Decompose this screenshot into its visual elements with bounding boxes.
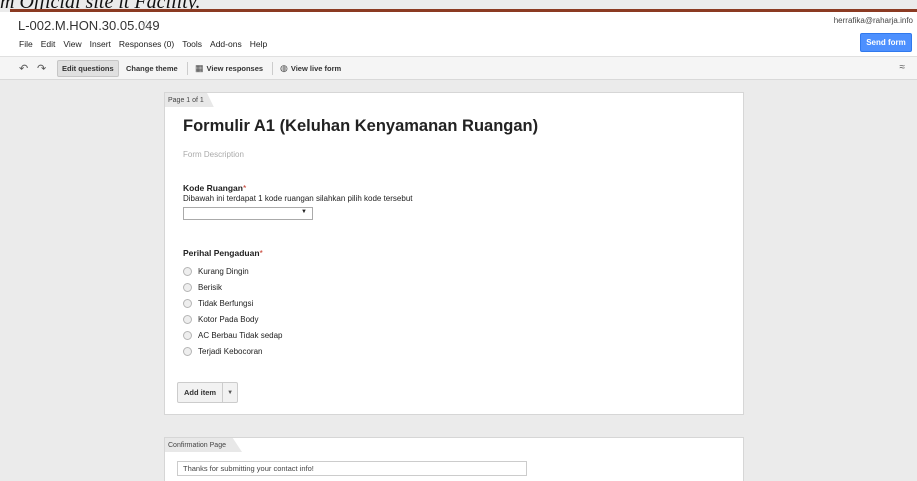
view-live-form-button[interactable]: ◍ View live form xyxy=(276,60,345,77)
app-header: L-002.M.HON.30.05.049 ☆ herrafika@raharj… xyxy=(0,12,917,56)
menu-insert[interactable]: Insert xyxy=(89,39,112,49)
radio-button[interactable] xyxy=(183,314,192,324)
menu-help[interactable]: Help xyxy=(249,39,268,49)
question-title-perihal-pengaduan[interactable]: Perihal Pengaduan* xyxy=(183,248,263,258)
redo-icon[interactable]: ↷ xyxy=(37,62,46,75)
question-help-text: Dibawah ini terdapat 1 kode ruangan sila… xyxy=(183,194,413,203)
radio-option-label: Berisik xyxy=(198,282,223,292)
form-description[interactable]: Form Description xyxy=(183,150,244,159)
collapse-icon[interactable]: ≈ xyxy=(900,62,906,73)
dropdown-arrow-icon: ▼ xyxy=(301,209,307,215)
toolbar-separator xyxy=(272,62,273,75)
send-form-button[interactable]: Send form xyxy=(860,33,912,52)
radio-option-label: Kurang Dingin xyxy=(198,266,249,276)
menu-addons[interactable]: Add-ons xyxy=(209,39,243,49)
question-title-label: Perihal Pengaduan xyxy=(183,248,260,258)
menu-tools[interactable]: Tools xyxy=(181,39,203,49)
kode-ruangan-dropdown[interactable]: ▼ xyxy=(183,207,313,220)
chevron-down-icon[interactable]: ▼ xyxy=(223,383,237,402)
radio-option[interactable]: Kurang Dingin xyxy=(183,263,283,279)
change-theme-button[interactable]: Change theme xyxy=(122,60,182,77)
required-mark: * xyxy=(242,183,247,193)
confirmation-card: Confirmation Page xyxy=(164,437,744,481)
radio-option-label: Tidak Berfungsi xyxy=(198,298,254,308)
toolbar-separator xyxy=(187,62,188,75)
radio-option[interactable]: Kotor Pada Body xyxy=(183,311,283,327)
view-responses-label: View responses xyxy=(206,64,264,73)
question-title-label: Kode Ruangan xyxy=(183,183,243,193)
edit-questions-button[interactable]: Edit questions xyxy=(57,60,119,77)
grid-icon: ▦ xyxy=(195,63,204,73)
form-card: Page 1 of 1 Formulir A1 (Keluhan Kenyama… xyxy=(164,92,744,415)
document-title[interactable]: L-002.M.HON.30.05.049 xyxy=(18,18,160,33)
radio-button[interactable] xyxy=(183,298,192,308)
radio-option[interactable]: Terjadi Kebocoran xyxy=(183,343,283,359)
toolbar: ↶ ↷ Edit questions Change theme ▦ View r… xyxy=(0,56,917,80)
radio-option-label: Terjadi Kebocoran xyxy=(198,346,263,356)
menu-bar: File Edit View Insert Responses (0) Tool… xyxy=(18,39,268,49)
menu-responses[interactable]: Responses (0) xyxy=(118,39,175,49)
radio-button[interactable] xyxy=(183,266,192,276)
radio-option[interactable]: Tidak Berfungsi xyxy=(183,295,283,311)
menu-edit[interactable]: Edit xyxy=(40,39,57,49)
radio-option[interactable]: AC Berbau Tidak sedap xyxy=(183,327,283,343)
view-live-form-label: View live form xyxy=(290,64,342,73)
menu-view[interactable]: View xyxy=(62,39,82,49)
globe-icon: ◍ xyxy=(280,63,288,73)
required-mark: * xyxy=(259,248,263,258)
form-title[interactable]: Formulir A1 (Keluhan Kenyamanan Ruangan) xyxy=(183,117,538,136)
question-title-kode-ruangan[interactable]: Kode Ruangan* xyxy=(183,183,246,193)
star-icon[interactable]: ☆ xyxy=(140,17,153,34)
page-tab: Page 1 of 1 xyxy=(165,93,214,107)
radio-option-label: AC Berbau Tidak sedap xyxy=(198,330,283,340)
add-item-button[interactable]: Add item ▼ xyxy=(177,382,239,403)
account-email[interactable]: herrafika@raharja.info xyxy=(834,16,913,25)
radio-option[interactable]: Berisik xyxy=(183,279,283,295)
confirmation-tab: Confirmation Page xyxy=(165,438,242,452)
undo-icon[interactable]: ↶ xyxy=(19,62,28,75)
radio-button[interactable] xyxy=(183,330,192,340)
document-caption: m Official site it Facility. xyxy=(0,0,201,13)
radio-button[interactable] xyxy=(183,282,192,292)
radio-button[interactable] xyxy=(183,346,192,356)
radio-options: Kurang Dingin Berisik Tidak Berfungsi Ko… xyxy=(183,263,283,359)
view-responses-button[interactable]: ▦ View responses xyxy=(191,60,267,77)
radio-option-label: Kotor Pada Body xyxy=(198,314,259,324)
menu-file[interactable]: File xyxy=(18,39,34,49)
add-item-label[interactable]: Add item xyxy=(178,383,224,402)
confirmation-message-input[interactable] xyxy=(177,461,527,476)
